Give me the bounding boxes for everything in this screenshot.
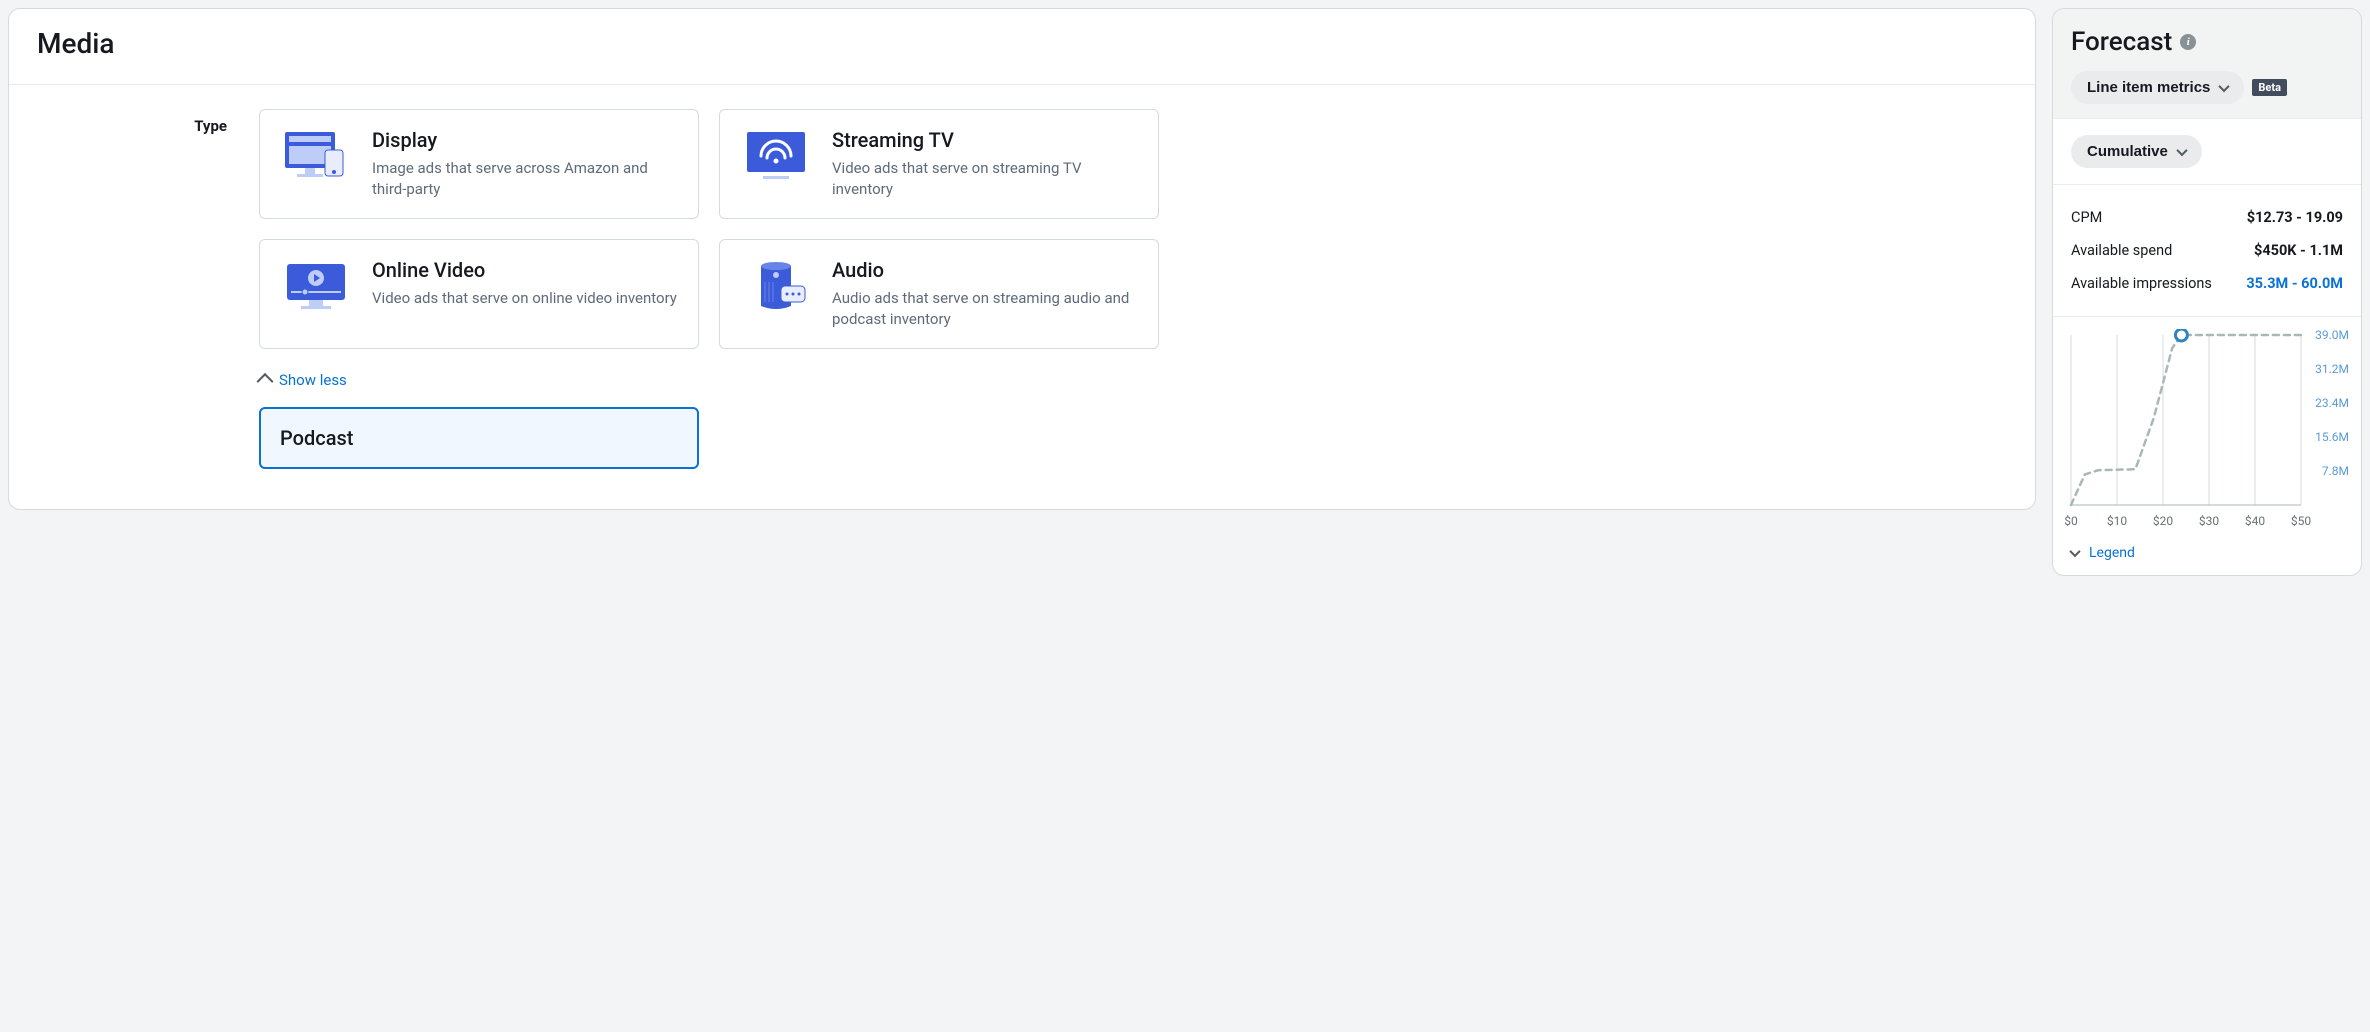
media-card-desc: Video ads that serve on online video inv… bbox=[372, 288, 677, 309]
audio-icon bbox=[740, 258, 812, 314]
metric-value: $450K - 1.1M bbox=[2254, 242, 2343, 259]
info-icon[interactable]: i bbox=[2180, 34, 2196, 50]
media-card-title: Display bbox=[372, 128, 678, 152]
svg-text:$0: $0 bbox=[2065, 514, 2078, 528]
svg-text:$50: $50 bbox=[2291, 514, 2311, 528]
svg-text:7.8M: 7.8M bbox=[2322, 464, 2349, 478]
cumulative-dropdown[interactable]: Cumulative bbox=[2071, 135, 2202, 168]
type-label: Type bbox=[77, 109, 227, 469]
media-card-title: Online Video bbox=[372, 258, 677, 282]
metric-row-spend: Available spend $450K - 1.1M bbox=[2071, 234, 2343, 267]
media-panel-header: Media bbox=[9, 9, 2035, 85]
dropdown-label: Cumulative bbox=[2087, 143, 2168, 160]
media-card-streaming-tv[interactable]: Streaming TV Video ads that serve on str… bbox=[719, 109, 1159, 219]
svg-text:23.4M: 23.4M bbox=[2315, 396, 2349, 410]
forecast-panel: Forecast i Line item metrics Beta Cumula… bbox=[2052, 8, 2362, 576]
metric-label: Available spend bbox=[2071, 242, 2172, 259]
media-card-desc: Audio ads that serve on streaming audio … bbox=[832, 288, 1138, 330]
chevron-down-icon bbox=[2069, 546, 2080, 557]
line-item-metrics-dropdown[interactable]: Line item metrics bbox=[2071, 71, 2244, 104]
metrics-block: CPM $12.73 - 19.09 Available spend $450K… bbox=[2053, 185, 2361, 317]
media-card-title: Podcast bbox=[280, 426, 353, 450]
show-less-toggle[interactable]: Show less bbox=[259, 371, 347, 389]
online-video-icon bbox=[280, 258, 352, 314]
display-icon bbox=[280, 128, 352, 184]
svg-text:$40: $40 bbox=[2245, 514, 2265, 528]
beta-badge: Beta bbox=[2252, 79, 2287, 96]
media-panel: Media Type bbox=[8, 8, 2036, 510]
svg-text:$10: $10 bbox=[2107, 514, 2127, 528]
forecast-chart: $0 $10 $20 $30 $40 $50 7.8M 15.6M 23.4M 31.2M 39.0… bbox=[2053, 317, 2361, 535]
show-less-label: Show less bbox=[279, 371, 347, 389]
metric-value: $12.73 - 19.09 bbox=[2247, 209, 2343, 226]
media-card-online-video[interactable]: Online Video Video ads that serve on onl… bbox=[259, 239, 699, 349]
svg-text:39.0M: 39.0M bbox=[2315, 329, 2349, 342]
media-card-audio[interactable]: Audio Audio ads that serve on streaming … bbox=[719, 239, 1159, 349]
legend-label: Legend bbox=[2089, 545, 2135, 561]
metric-label: CPM bbox=[2071, 209, 2102, 226]
svg-text:15.6M: 15.6M bbox=[2315, 430, 2349, 444]
streaming-tv-icon bbox=[740, 128, 812, 184]
media-card-title: Streaming TV bbox=[832, 128, 1138, 152]
chevron-down-icon bbox=[2176, 144, 2187, 155]
media-card-podcast[interactable]: Podcast bbox=[259, 407, 699, 469]
svg-text:$30: $30 bbox=[2199, 514, 2219, 528]
svg-text:$20: $20 bbox=[2153, 514, 2173, 528]
media-card-title: Audio bbox=[832, 258, 1138, 282]
metric-row-cpm: CPM $12.73 - 19.09 bbox=[2071, 201, 2343, 234]
media-card-display[interactable]: Display Image ads that serve across Amaz… bbox=[259, 109, 699, 219]
metric-value[interactable]: 35.3M - 60.0M bbox=[2246, 275, 2343, 292]
chevron-down-icon bbox=[2219, 80, 2230, 91]
chevron-up-icon bbox=[257, 373, 274, 390]
media-title: Media bbox=[37, 27, 2007, 60]
metric-label: Available impressions bbox=[2071, 275, 2212, 292]
svg-text:31.2M: 31.2M bbox=[2315, 362, 2349, 376]
metric-row-impressions: Available impressions 35.3M - 60.0M bbox=[2071, 267, 2343, 300]
media-card-desc: Video ads that serve on streaming TV inv… bbox=[832, 158, 1138, 200]
forecast-title: Forecast bbox=[2071, 27, 2172, 57]
legend-toggle[interactable]: Legend bbox=[2053, 535, 2153, 575]
media-card-desc: Image ads that serve across Amazon and t… bbox=[372, 158, 678, 200]
dropdown-label: Line item metrics bbox=[2087, 79, 2210, 96]
